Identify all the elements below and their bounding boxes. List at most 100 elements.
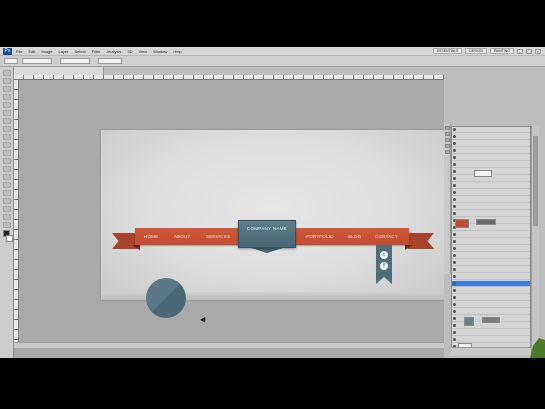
eye-icon[interactable]	[453, 338, 456, 341]
path-select-icon[interactable]	[2, 198, 11, 204]
menu-filter[interactable]: Filter	[92, 49, 101, 54]
crop-icon[interactable]	[2, 102, 11, 108]
document-canvas[interactable]: HOME ABOUT SERVICES PORTFOLIO BLOG CONTA…	[101, 130, 444, 325]
menu-image[interactable]: Image	[41, 49, 52, 54]
eye-icon[interactable]	[453, 310, 456, 313]
layer-row[interactable]	[452, 183, 530, 189]
layer-row[interactable]	[452, 211, 530, 217]
layer-row[interactable]	[452, 295, 530, 301]
layer-row[interactable]	[452, 309, 530, 315]
menu-view[interactable]: View	[139, 49, 148, 54]
layer-row[interactable]	[452, 197, 530, 203]
eye-icon[interactable]	[453, 156, 456, 159]
menu-edit[interactable]: Edit	[28, 49, 35, 54]
eyedropper-icon[interactable]	[2, 110, 11, 116]
eye-icon[interactable]	[453, 275, 456, 278]
layer-row[interactable]	[452, 260, 530, 266]
layers-scrollbar[interactable]	[531, 126, 539, 355]
eye-icon[interactable]	[453, 303, 456, 306]
background-color-swatch[interactable]	[5, 235, 13, 242]
blur-icon[interactable]	[2, 166, 11, 172]
eye-icon[interactable]	[453, 247, 456, 250]
eye-icon[interactable]	[453, 149, 456, 152]
menu-layer[interactable]: Layer	[58, 49, 68, 54]
minimize-button[interactable]: –	[517, 48, 523, 54]
option-field-3[interactable]	[98, 58, 122, 64]
layer-row[interactable]	[452, 281, 530, 287]
gradient-icon[interactable]	[2, 158, 11, 164]
move-icon[interactable]	[2, 70, 11, 76]
workspace-painting[interactable]: PAINTING	[489, 48, 514, 54]
hand-icon[interactable]	[2, 214, 11, 220]
menu-file[interactable]: File	[16, 49, 22, 54]
type-icon[interactable]	[2, 190, 11, 196]
canvas-area[interactable]: HOME ABOUT SERVICES PORTFOLIO BLOG CONTA…	[19, 80, 444, 342]
layer-row[interactable]	[452, 204, 530, 210]
layers-scroll-thumb[interactable]	[533, 136, 538, 226]
layer-row[interactable]	[452, 155, 530, 161]
menu-analysis[interactable]: Analysis	[107, 49, 122, 54]
lasso-icon[interactable]	[2, 86, 11, 92]
eye-icon[interactable]	[453, 282, 456, 285]
menu-select[interactable]: Select	[75, 49, 86, 54]
eye-icon[interactable]	[453, 331, 456, 334]
nav-link-home[interactable]: HOME	[144, 228, 158, 245]
eye-icon[interactable]	[453, 324, 456, 327]
brush-icon[interactable]	[2, 126, 11, 132]
option-field-2[interactable]	[60, 58, 90, 64]
eye-icon[interactable]	[453, 163, 456, 166]
eye-icon[interactable]	[453, 128, 456, 131]
nav-link-blog[interactable]: BLOG	[348, 228, 361, 245]
twitter-icon[interactable]: t	[380, 251, 388, 259]
zoom-icon[interactable]	[2, 222, 11, 228]
quick-select-icon[interactable]	[2, 94, 11, 100]
layer-row[interactable]	[452, 246, 530, 252]
paragraph-panel-icon[interactable]	[444, 144, 450, 148]
eye-icon[interactable]	[453, 191, 456, 194]
maximize-button[interactable]: □	[526, 48, 532, 54]
eye-icon[interactable]	[453, 135, 456, 138]
eye-icon[interactable]	[453, 268, 456, 271]
document-tab[interactable]	[14, 67, 104, 75]
marquee-icon[interactable]	[2, 78, 11, 84]
eye-icon[interactable]	[453, 142, 456, 145]
close-button[interactable]: ×	[535, 48, 541, 54]
tool-preset-picker[interactable]	[4, 58, 18, 64]
eye-icon[interactable]	[453, 289, 456, 292]
nav-link-about[interactable]: ABOUT	[174, 228, 191, 245]
facebook-icon[interactable]: f	[380, 262, 388, 270]
eye-icon[interactable]	[453, 212, 456, 215]
eye-icon[interactable]	[453, 205, 456, 208]
history-panel-icon[interactable]	[444, 126, 450, 130]
stamp-icon[interactable]	[2, 134, 11, 140]
layer-row[interactable]	[452, 190, 530, 196]
menu-3d[interactable]: 3D	[127, 49, 132, 54]
eye-icon[interactable]	[453, 261, 456, 264]
layer-row[interactable]	[452, 302, 530, 308]
layer-row[interactable]	[452, 127, 530, 133]
menu-help[interactable]: Help	[173, 49, 181, 54]
eye-icon[interactable]	[453, 177, 456, 180]
layer-row[interactable]	[452, 141, 530, 147]
character-panel-icon[interactable]	[444, 138, 450, 142]
layer-row[interactable]	[452, 134, 530, 140]
layer-row[interactable]	[452, 330, 530, 336]
logo-badge[interactable]: COMPANY NAME	[238, 220, 296, 248]
layer-row[interactable]	[452, 232, 530, 238]
eye-icon[interactable]	[453, 184, 456, 187]
eye-icon[interactable]	[453, 198, 456, 201]
menu-window[interactable]: Window	[153, 49, 167, 54]
workspace-essentials[interactable]: ESSENTIALS	[432, 48, 463, 54]
layer-row[interactable]	[452, 253, 530, 259]
layer-row[interactable]	[452, 288, 530, 294]
eye-icon[interactable]	[453, 240, 456, 243]
shape-icon[interactable]	[2, 206, 11, 212]
pen-icon[interactable]	[2, 182, 11, 188]
dodge-icon[interactable]	[2, 174, 11, 180]
option-field-1[interactable]	[22, 58, 52, 64]
eye-icon[interactable]	[453, 170, 456, 173]
layer-row[interactable]	[452, 148, 530, 154]
circle-shape[interactable]	[146, 278, 186, 318]
nav-link-services[interactable]: SERVICES	[206, 228, 230, 245]
eye-icon[interactable]	[453, 317, 456, 320]
